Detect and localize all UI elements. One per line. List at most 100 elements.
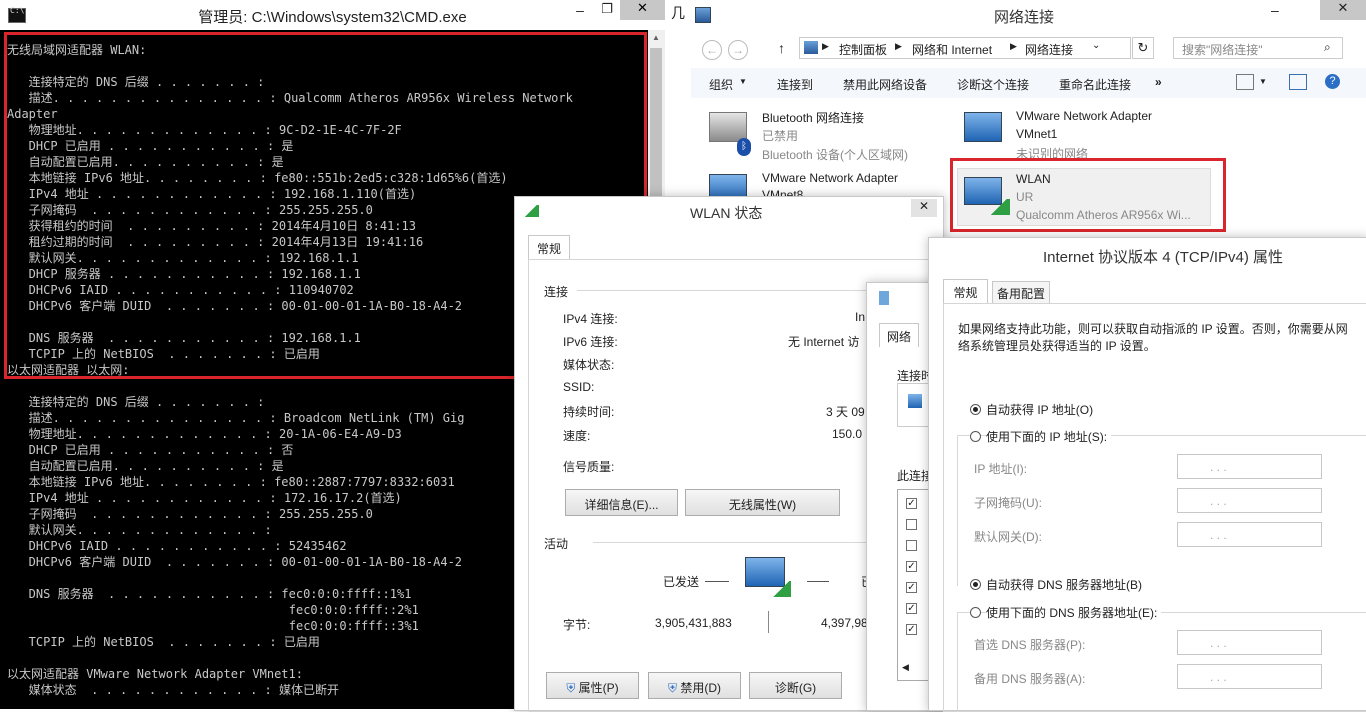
properties-button[interactable]: ⛨ 属性(P) bbox=[546, 672, 639, 699]
auto-dns-label[interactable]: 自动获得 DNS 服务器地址(B) bbox=[986, 576, 1142, 593]
tab-network[interactable]: 网络 bbox=[879, 323, 919, 347]
close-icon[interactable]: ✕ bbox=[911, 199, 937, 217]
details-button[interactable]: 详细信息(E)... bbox=[565, 489, 678, 516]
close-icon[interactable]: ✕ bbox=[620, 0, 665, 20]
duration-label: 持续时间: bbox=[563, 405, 615, 419]
speed-label: 速度: bbox=[563, 429, 591, 443]
window-title: 网络连接 bbox=[994, 9, 1055, 26]
preview-pane-icon[interactable] bbox=[1289, 74, 1307, 90]
divider bbox=[705, 581, 729, 582]
auto-ip-radio[interactable] bbox=[970, 404, 981, 415]
ip-dots: . . . bbox=[1210, 494, 1227, 508]
item-checkbox[interactable]: ✓ bbox=[906, 582, 917, 593]
back-button[interactable]: ← bbox=[702, 40, 722, 60]
auto-dns-radio[interactable] bbox=[970, 579, 981, 590]
item-checkbox[interactable] bbox=[906, 540, 917, 551]
help-icon[interactable]: ? bbox=[1325, 74, 1340, 89]
diagnose-button[interactable]: 诊断(G) bbox=[749, 672, 842, 699]
search-input[interactable]: 搜索"网络连接" ⌕ bbox=[1173, 37, 1343, 59]
diagnose-button[interactable]: 诊断这个连接 bbox=[957, 76, 1029, 93]
preferred-dns-field: . . . bbox=[1177, 630, 1322, 655]
ipv4-value: In bbox=[855, 310, 866, 324]
connection-status: 已禁用 bbox=[762, 129, 799, 143]
connection-item-bluetooth[interactable]: ᛒ Bluetooth 网络连接 已禁用 Bluetooth 设备(个人区域网) bbox=[705, 106, 945, 164]
button-label: 无线属性(W) bbox=[728, 498, 797, 512]
manual-ip-label[interactable]: 使用下面的 IP 地址(S): bbox=[986, 428, 1112, 445]
tab-alternate[interactable]: 备用配置 bbox=[992, 281, 1050, 303]
scroll-left-icon[interactable]: ◀ bbox=[902, 662, 909, 673]
console-line: 自动配置已启用. . . . . . . . . . : 是 bbox=[7, 459, 284, 473]
ipv4-properties-dialog: Internet 协议版本 4 (TCP/IPv4) 属性 常规 备用配置 如果… bbox=[928, 237, 1366, 712]
item-checkbox[interactable] bbox=[906, 519, 917, 530]
view-options-icon[interactable] bbox=[1236, 74, 1254, 90]
scroll-thumb[interactable] bbox=[650, 48, 662, 208]
search-placeholder: 搜索"网络连接" bbox=[1182, 43, 1263, 57]
console-line: 描述. . . . . . . . . . . . . . . : Broadc… bbox=[7, 411, 465, 425]
preferred-dns-label: 首选 DNS 服务器(P): bbox=[974, 638, 1086, 652]
breadcrumb-item[interactable]: 控制面板 bbox=[839, 41, 887, 58]
description: 如果网络支持此功能，则可以获取自动指派的 IP 设置。否则，你需要从网络系统管理… bbox=[958, 322, 1348, 353]
organize-menu[interactable]: 组织 bbox=[709, 76, 733, 93]
disable-button[interactable]: ⛨ 禁用(D) bbox=[648, 672, 741, 699]
manual-dns-radio[interactable] bbox=[970, 607, 981, 618]
network-icon bbox=[879, 291, 889, 305]
breadcrumb-sep-icon: ▶ bbox=[822, 41, 829, 51]
bytes-sent-value: 3,905,431,883 bbox=[655, 616, 732, 630]
gateway-label: 默认网关(D): bbox=[974, 530, 1042, 544]
console-line: DHCPv6 IAID . . . . . . . . . . . : 5243… bbox=[7, 539, 347, 553]
minimize-icon[interactable]: ‒ bbox=[1271, 2, 1279, 18]
duration-value: 3 天 09 bbox=[826, 405, 865, 419]
dialog-title: WLAN 状态 bbox=[690, 205, 763, 221]
console-line: 默认网关. . . . . . . . . . . . . : bbox=[7, 523, 272, 537]
left-sliver-text: 几 bbox=[671, 5, 685, 21]
gateway-field: . . . bbox=[1177, 522, 1322, 547]
breadcrumb-item[interactable]: 网络连接 bbox=[1025, 41, 1073, 58]
bytes-received-value: 4,397,98 bbox=[821, 616, 868, 630]
breadcrumb-sep-icon: ▶ bbox=[1010, 41, 1017, 51]
cmd-titlebar[interactable]: C:\ 管理员: C:\Windows\system32\CMD.exe ‒ ❐… bbox=[0, 0, 665, 30]
ssid-label: SSID: bbox=[563, 380, 595, 394]
search-icon[interactable]: ⌕ bbox=[1324, 40, 1331, 55]
item-checkbox[interactable]: ✓ bbox=[906, 498, 917, 509]
close-icon[interactable]: ✕ bbox=[1320, 0, 1366, 20]
manual-ip-radio[interactable] bbox=[970, 431, 981, 442]
minimize-icon[interactable]: ‒ bbox=[568, 2, 592, 22]
signal-bars-icon bbox=[771, 581, 791, 597]
tab-general[interactable]: 常规 bbox=[528, 235, 570, 259]
disable-device-button[interactable]: 禁用此网络设备 bbox=[843, 76, 927, 93]
tab-general[interactable]: 常规 bbox=[943, 279, 988, 303]
item-checkbox[interactable]: ✓ bbox=[906, 603, 917, 614]
breadcrumb-item[interactable]: 网络和 Internet bbox=[912, 41, 992, 58]
more-button[interactable]: » bbox=[1155, 75, 1162, 89]
console-line: 子网掩码 . . . . . . . . . . . . : 255.255.2… bbox=[7, 507, 373, 521]
wireless-properties-button[interactable]: 无线属性(W) bbox=[685, 489, 840, 516]
maximize-icon[interactable]: ❐ bbox=[595, 1, 619, 21]
bluetooth-icon: ᛒ bbox=[737, 138, 751, 156]
ip-dots: . . . bbox=[1210, 460, 1227, 474]
button-label: 禁用(D) bbox=[680, 681, 722, 695]
forward-button[interactable]: → bbox=[728, 40, 748, 60]
console-line: 连接特定的 DNS 后缀 . . . . . . . : bbox=[7, 395, 265, 409]
scroll-up-icon[interactable]: ▲ bbox=[652, 33, 660, 42]
connect-to-button[interactable]: 连接到 bbox=[777, 76, 813, 93]
chevron-down-icon[interactable]: ▼ bbox=[1259, 77, 1267, 86]
divider bbox=[807, 581, 829, 582]
rename-button[interactable]: 重命名此连接 bbox=[1059, 76, 1131, 93]
manual-dns-label[interactable]: 使用下面的 DNS 服务器地址(E): bbox=[986, 604, 1162, 621]
refresh-button[interactable]: ↻ bbox=[1132, 37, 1154, 59]
connection-item-vmnet1[interactable]: VMware Network Adapter VMnet1 未识别的网络 bbox=[960, 106, 1220, 164]
breadcrumb-sep-icon: ▶ bbox=[895, 41, 902, 51]
connection-name: VMware Network Adapter bbox=[762, 171, 899, 185]
item-checkbox[interactable]: ✓ bbox=[906, 624, 917, 635]
shield-icon: ⛨ bbox=[667, 681, 677, 695]
button-label: 详细信息(E)... bbox=[584, 498, 659, 512]
address-bar[interactable]: ▶ 控制面板 ▶ 网络和 Internet ▶ 网络连接 ⌄ bbox=[799, 37, 1131, 59]
group-connection-label: 连接 bbox=[544, 285, 569, 299]
up-button[interactable]: ↑ bbox=[778, 40, 785, 56]
auto-ip-label[interactable]: 自动获得 IP 地址(O) bbox=[986, 401, 1093, 418]
dialog-title: Internet 协议版本 4 (TCP/IPv4) 属性 bbox=[1043, 249, 1284, 266]
chevron-down-icon[interactable]: ⌄ bbox=[1092, 40, 1100, 51]
item-checkbox[interactable]: ✓ bbox=[906, 561, 917, 572]
tab-label: 常规 bbox=[536, 242, 561, 256]
